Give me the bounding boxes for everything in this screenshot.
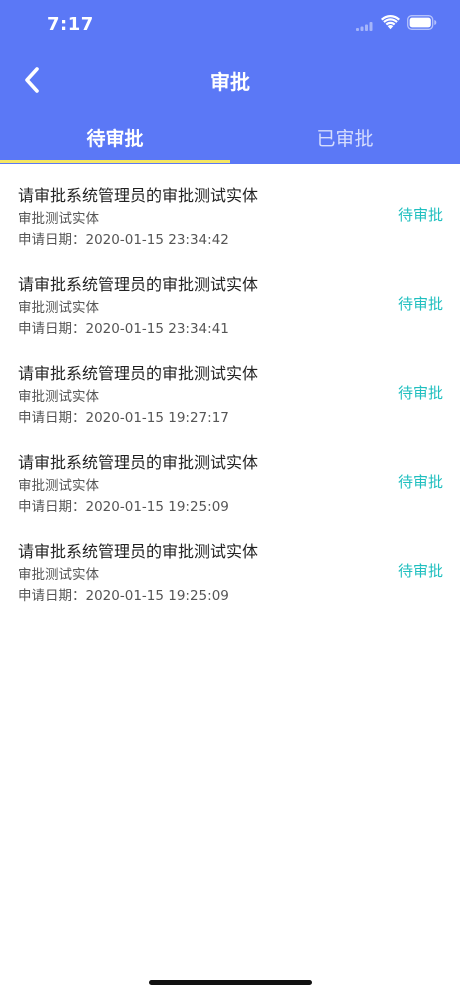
item-title: 请审批系统管理员的审批测试实体	[18, 186, 259, 205]
item-date: 申请日期：2020-01-15 23:34:42	[18, 232, 229, 248]
item-date: 申请日期：2020-01-15 19:25:09	[18, 499, 229, 515]
item-subtitle: 审批测试实体	[18, 300, 99, 316]
battery-icon	[407, 15, 437, 30]
tab-approved[interactable]: 已审批	[230, 124, 460, 151]
item-title: 请审批系统管理员的审批测试实体	[18, 542, 259, 561]
active-tab-indicator	[0, 160, 230, 163]
page-title: 审批	[210, 70, 250, 94]
item-subtitle: 审批测试实体	[18, 389, 99, 405]
status-bar-time: 7:17	[47, 14, 94, 35]
item-status: 待审批	[397, 295, 443, 313]
item-status: 待审批	[397, 473, 443, 491]
cellular-signal-icon	[356, 22, 373, 31]
item-subtitle: 审批测试实体	[18, 567, 99, 583]
item-date: 申请日期：2020-01-15 23:34:41	[18, 321, 229, 337]
tab-pending[interactable]: 待审批	[0, 124, 230, 151]
item-status: 待审批	[397, 206, 443, 224]
list-item[interactable]: 请审批系统管理员的审批测试实体 审批测试实体 申请日期：2020-01-15 2…	[0, 164, 460, 253]
item-title: 请审批系统管理员的审批测试实体	[18, 275, 259, 294]
item-title: 请审批系统管理员的审批测试实体	[18, 453, 259, 472]
list-item[interactable]: 请审批系统管理员的审批测试实体 审批测试实体 申请日期：2020-01-15 2…	[0, 253, 460, 342]
item-status: 待审批	[397, 384, 443, 402]
home-indicator[interactable]	[149, 980, 312, 985]
approval-list: 请审批系统管理员的审批测试实体 审批测试实体 申请日期：2020-01-15 2…	[0, 164, 460, 609]
list-item[interactable]: 请审批系统管理员的审批测试实体 审批测试实体 申请日期：2020-01-15 1…	[0, 520, 460, 609]
list-item[interactable]: 请审批系统管理员的审批测试实体 审批测试实体 申请日期：2020-01-15 1…	[0, 431, 460, 520]
item-status: 待审批	[397, 562, 443, 580]
list-item[interactable]: 请审批系统管理员的审批测试实体 审批测试实体 申请日期：2020-01-15 1…	[0, 342, 460, 431]
app-header: 7:17 审批 待审批 已审批	[0, 0, 460, 164]
item-subtitle: 审批测试实体	[18, 478, 99, 494]
wifi-icon	[381, 15, 400, 30]
item-date: 申请日期：2020-01-15 19:27:17	[18, 410, 229, 426]
item-date: 申请日期：2020-01-15 19:25:09	[18, 588, 229, 604]
item-subtitle: 审批测试实体	[18, 211, 99, 227]
item-title: 请审批系统管理员的审批测试实体	[18, 364, 259, 383]
